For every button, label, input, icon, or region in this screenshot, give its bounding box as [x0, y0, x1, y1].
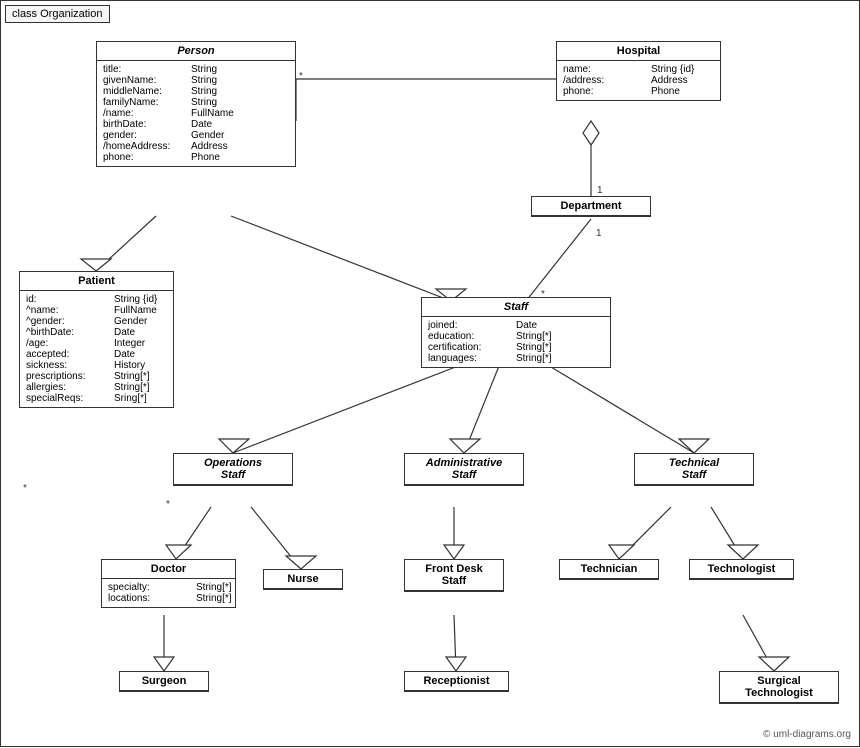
diagram-container: class Organization 1 * * 1 *	[0, 0, 860, 747]
class-technical-staff: TechnicalStaff	[634, 453, 754, 486]
svg-text:*: *	[23, 483, 27, 494]
class-nurse: Nurse	[263, 569, 343, 590]
class-doctor-body: specialty:String[*] locations:String[*]	[102, 579, 235, 607]
class-technologist-header: Technologist	[690, 560, 793, 579]
class-hospital-header: Hospital	[557, 42, 720, 61]
class-technical-staff-header: TechnicalStaff	[635, 454, 753, 485]
class-patient-header: Patient	[20, 272, 173, 291]
class-technician: Technician	[559, 559, 659, 580]
class-operations-staff: OperationsStaff	[173, 453, 293, 486]
class-nurse-header: Nurse	[264, 570, 342, 589]
class-technologist: Technologist	[689, 559, 794, 580]
class-surgical-technologist-header: SurgicalTechnologist	[720, 672, 838, 703]
class-staff: Staff joined:Date education:String[*] ce…	[421, 297, 611, 368]
svg-text:1: 1	[596, 228, 602, 239]
class-front-desk-staff-header: Front DeskStaff	[405, 560, 503, 591]
svg-text:1: 1	[597, 185, 603, 196]
class-hospital-body: name:String {id} /address:Address phone:…	[557, 61, 720, 100]
class-surgeon-header: Surgeon	[120, 672, 208, 691]
class-doctor: Doctor specialty:String[*] locations:Str…	[101, 559, 236, 608]
class-patient: Patient id:String {id} ^name:FullName ^g…	[19, 271, 174, 408]
class-person-body: title:String givenName:String middleName…	[97, 61, 295, 166]
svg-text:*: *	[166, 499, 170, 510]
class-administrative-staff-header: AdministrativeStaff	[405, 454, 523, 485]
class-surgeon: Surgeon	[119, 671, 209, 692]
class-front-desk-staff: Front DeskStaff	[404, 559, 504, 592]
class-receptionist: Receptionist	[404, 671, 509, 692]
class-department: Department	[531, 196, 651, 217]
class-person: Person title:String givenName:String mid…	[96, 41, 296, 167]
class-receptionist-header: Receptionist	[405, 672, 508, 691]
class-operations-staff-header: OperationsStaff	[174, 454, 292, 485]
class-doctor-header: Doctor	[102, 560, 235, 579]
class-hospital: Hospital name:String {id} /address:Addre…	[556, 41, 721, 101]
class-department-header: Department	[532, 197, 650, 216]
class-person-header: Person	[97, 42, 295, 61]
class-technician-header: Technician	[560, 560, 658, 579]
diagram-title: class Organization	[5, 5, 110, 23]
copyright-text: © uml-diagrams.org	[763, 729, 851, 740]
class-staff-body: joined:Date education:String[*] certific…	[422, 317, 610, 367]
class-surgical-technologist: SurgicalTechnologist	[719, 671, 839, 704]
class-staff-header: Staff	[422, 298, 610, 317]
class-patient-body: id:String {id} ^name:FullName ^gender:Ge…	[20, 291, 173, 407]
class-administrative-staff: AdministrativeStaff	[404, 453, 524, 486]
svg-text:*: *	[299, 71, 303, 82]
